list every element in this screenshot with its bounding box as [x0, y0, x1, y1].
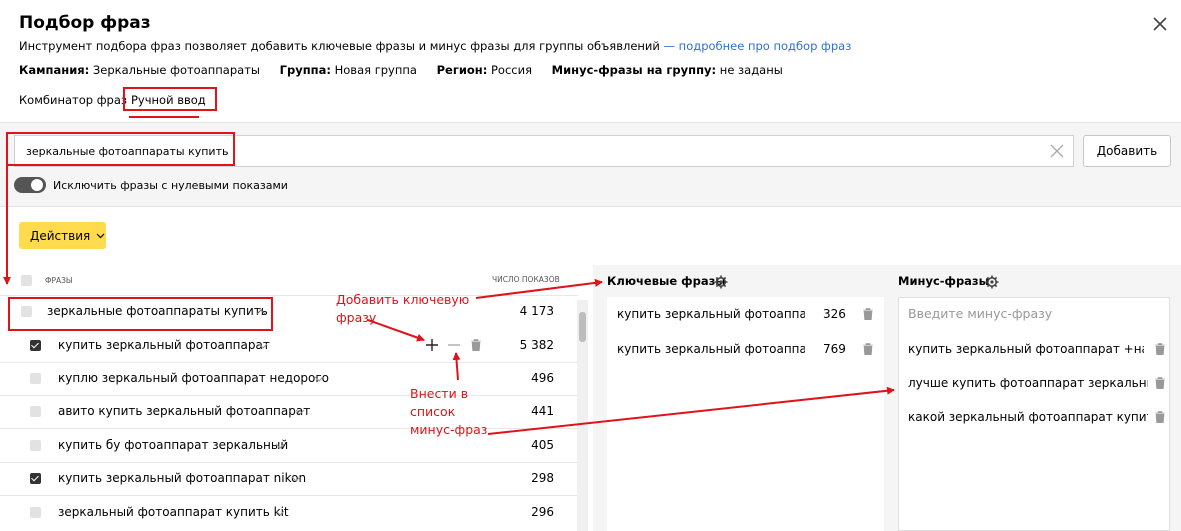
actions-button[interactable]: Действия: [19, 222, 106, 249]
impressions-count: 298: [531, 471, 554, 485]
keywords-title: Ключевые фразы: [607, 274, 726, 288]
trash-icon[interactable]: [863, 308, 873, 320]
chevron-down-icon[interactable]: [258, 343, 268, 349]
gear-icon[interactable]: [714, 275, 728, 289]
description-text: Инструмент подбора фраз позволяет добави…: [19, 39, 660, 53]
annotation-line: фразу: [336, 310, 377, 325]
row-checkbox[interactable]: [30, 340, 41, 351]
clear-icon[interactable]: [1049, 143, 1065, 159]
impressions-count: 496: [531, 371, 554, 385]
group-value: Новая группа: [334, 63, 417, 77]
zero-impressions-toggle[interactable]: [14, 177, 46, 193]
dialog-description: Инструмент подбора фраз позволяет добави…: [19, 39, 851, 53]
impressions-count: 4 173: [519, 304, 554, 318]
annotation-line: минус-фраз: [410, 422, 488, 437]
trash-icon[interactable]: [471, 339, 481, 351]
actions-label: Действия: [30, 229, 91, 243]
divider: [0, 495, 578, 496]
chevron-down-icon[interactable]: [275, 510, 285, 516]
minus-phrases-value: не заданы: [719, 63, 783, 77]
impressions-column-header[interactable]: ЧИСЛО ПОКАЗОВ: [492, 275, 560, 284]
add-button[interactable]: Добавить: [1083, 135, 1171, 167]
annotation-line: список: [410, 404, 456, 419]
phrase-text: зеркальный фотоаппарат купить kit: [58, 505, 289, 519]
group-meta: Кампания: Зеркальные фотоаппараты Группа…: [19, 63, 799, 77]
group-label: Группа:: [279, 63, 331, 77]
tab-combinator[interactable]: Комбинатор фраз: [19, 93, 127, 107]
impressions-count: 296: [531, 505, 554, 519]
phrase-text: купить зеркальный фотоаппарат: [58, 338, 270, 352]
phrase-text: куплю зеркальный фотоаппарат недорого: [58, 371, 330, 385]
trash-icon[interactable]: [863, 343, 873, 355]
chevron-down-icon[interactable]: [275, 443, 285, 449]
impressions-count: 441: [531, 404, 554, 418]
minus-phrase-text: купить зеркальный фотоаппарат +на а...: [908, 342, 1144, 356]
impressions-count: 5 382: [519, 338, 554, 352]
keyword-count: 326: [823, 307, 846, 321]
select-all-checkbox[interactable]: [21, 275, 32, 286]
impressions-count: 405: [531, 438, 554, 452]
trash-icon[interactable]: [1155, 411, 1165, 423]
chevron-down-icon[interactable]: [314, 376, 324, 382]
minus-phrases-label: Минус-фразы на группу:: [551, 63, 717, 77]
row-checkbox[interactable]: [30, 406, 41, 417]
minus-phrase-input[interactable]: Введите минус-фразу: [908, 306, 1052, 321]
keyword-count: 769: [823, 342, 846, 356]
minus-icon[interactable]: [448, 339, 460, 351]
keywords-list: [607, 297, 884, 531]
annotation-add-keyword: Добавить ключевую фразу: [336, 291, 469, 327]
gear-icon[interactable]: [985, 275, 999, 289]
row-checkbox[interactable]: [30, 373, 41, 384]
phrase-text: купить бу фотоаппарат зеркальный: [58, 438, 289, 452]
annotation-to-minus: Внести в список минус-фраз: [410, 385, 487, 439]
minus-phrase-text: лучше купить фотоаппарат зеркальный: [908, 376, 1148, 390]
divider: [0, 462, 578, 463]
chevron-down-icon: [96, 233, 105, 239]
input-highlight: [6, 132, 235, 166]
campaign-label: Кампания:: [19, 63, 90, 77]
phrases-column-header: ФРАЗЫ: [45, 276, 73, 285]
learn-more-link[interactable]: — подробнее про подбор фраз: [664, 39, 852, 53]
plus-icon[interactable]: [426, 339, 438, 351]
scrollbar-thumb[interactable]: [579, 312, 586, 342]
keyword-text: купить зеркальный фотоаппарат...: [617, 307, 805, 321]
row-checkbox[interactable]: [30, 473, 41, 484]
divider: [0, 362, 578, 363]
campaign-value: Зеркальные фотоаппараты: [92, 63, 260, 77]
row-checkbox[interactable]: [30, 507, 41, 518]
tab-manual-input[interactable]: Ручной ввод: [123, 87, 217, 111]
minus-phrases-title: Минус-фразы: [898, 274, 990, 288]
active-tab-underline: [129, 116, 199, 118]
toggle-label: Исключить фразы с нулевыми показами: [53, 179, 288, 192]
dialog-title: Подбор фраз: [19, 13, 151, 33]
phrase-text: купить зеркальный фотоаппарат nikon: [58, 471, 307, 485]
region-label: Регион:: [436, 63, 488, 77]
trash-icon[interactable]: [1155, 377, 1165, 389]
annotation-line: Добавить ключевую: [336, 292, 470, 307]
row-checkbox[interactable]: [30, 440, 41, 451]
divider: [0, 428, 578, 429]
close-icon[interactable]: [1150, 14, 1170, 34]
divider: [0, 395, 578, 396]
annotation-line: Внести в: [410, 386, 469, 401]
chevron-down-icon[interactable]: [291, 476, 301, 482]
keyword-text: купить зеркальный фотоаппа...: [617, 342, 805, 356]
parent-row-highlight: [8, 297, 273, 331]
region-value: Россия: [491, 63, 533, 77]
divider: [0, 295, 578, 296]
phrase-text: авито купить зеркальный фотоаппарат: [58, 404, 311, 418]
minus-phrase-text: какой зеркальный фотоаппарат купить: [908, 410, 1148, 424]
chevron-down-icon[interactable]: [295, 409, 305, 415]
trash-icon[interactable]: [1155, 343, 1165, 355]
